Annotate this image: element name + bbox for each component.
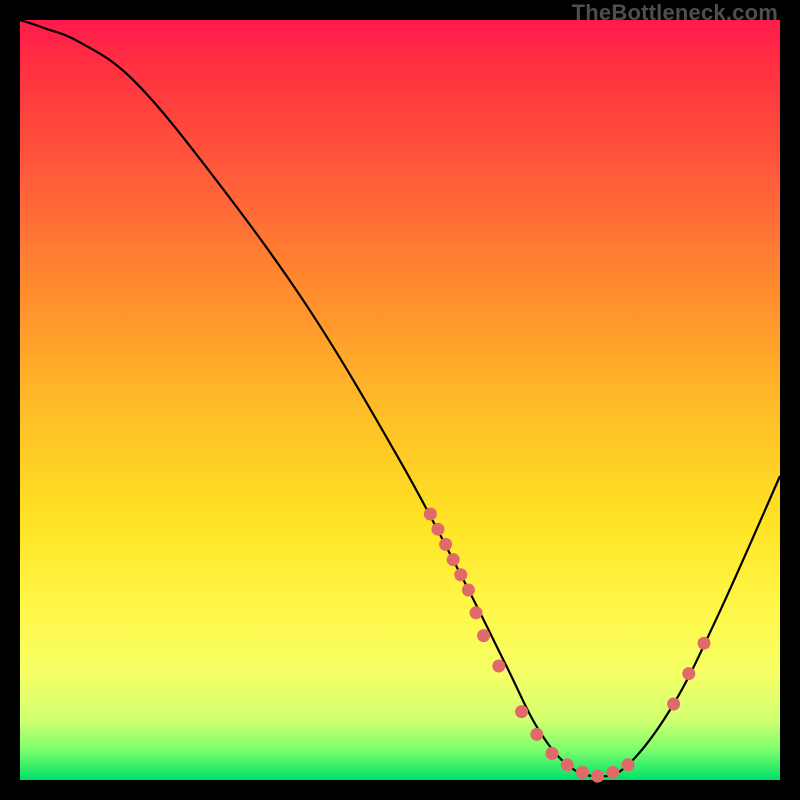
data-point	[515, 705, 528, 718]
data-point	[561, 758, 574, 771]
data-point	[492, 660, 505, 673]
data-point	[439, 538, 452, 551]
data-point	[470, 606, 483, 619]
data-point	[462, 584, 475, 597]
data-point	[667, 698, 680, 711]
data-point	[606, 766, 619, 779]
data-point	[622, 758, 635, 771]
data-point	[477, 629, 490, 642]
data-point	[454, 568, 467, 581]
data-point	[530, 728, 543, 741]
data-point	[591, 770, 604, 783]
bottleneck-curve	[20, 20, 780, 776]
data-point	[682, 667, 695, 680]
data-point	[424, 508, 437, 521]
data-point	[447, 553, 460, 566]
curve-svg	[20, 20, 780, 780]
data-point	[698, 637, 711, 650]
data-point	[432, 523, 445, 536]
data-point	[576, 766, 589, 779]
chart-frame: TheBottleneck.com	[0, 0, 800, 800]
plot-area	[20, 20, 780, 780]
data-point	[546, 747, 559, 760]
scatter-dots	[424, 508, 711, 783]
